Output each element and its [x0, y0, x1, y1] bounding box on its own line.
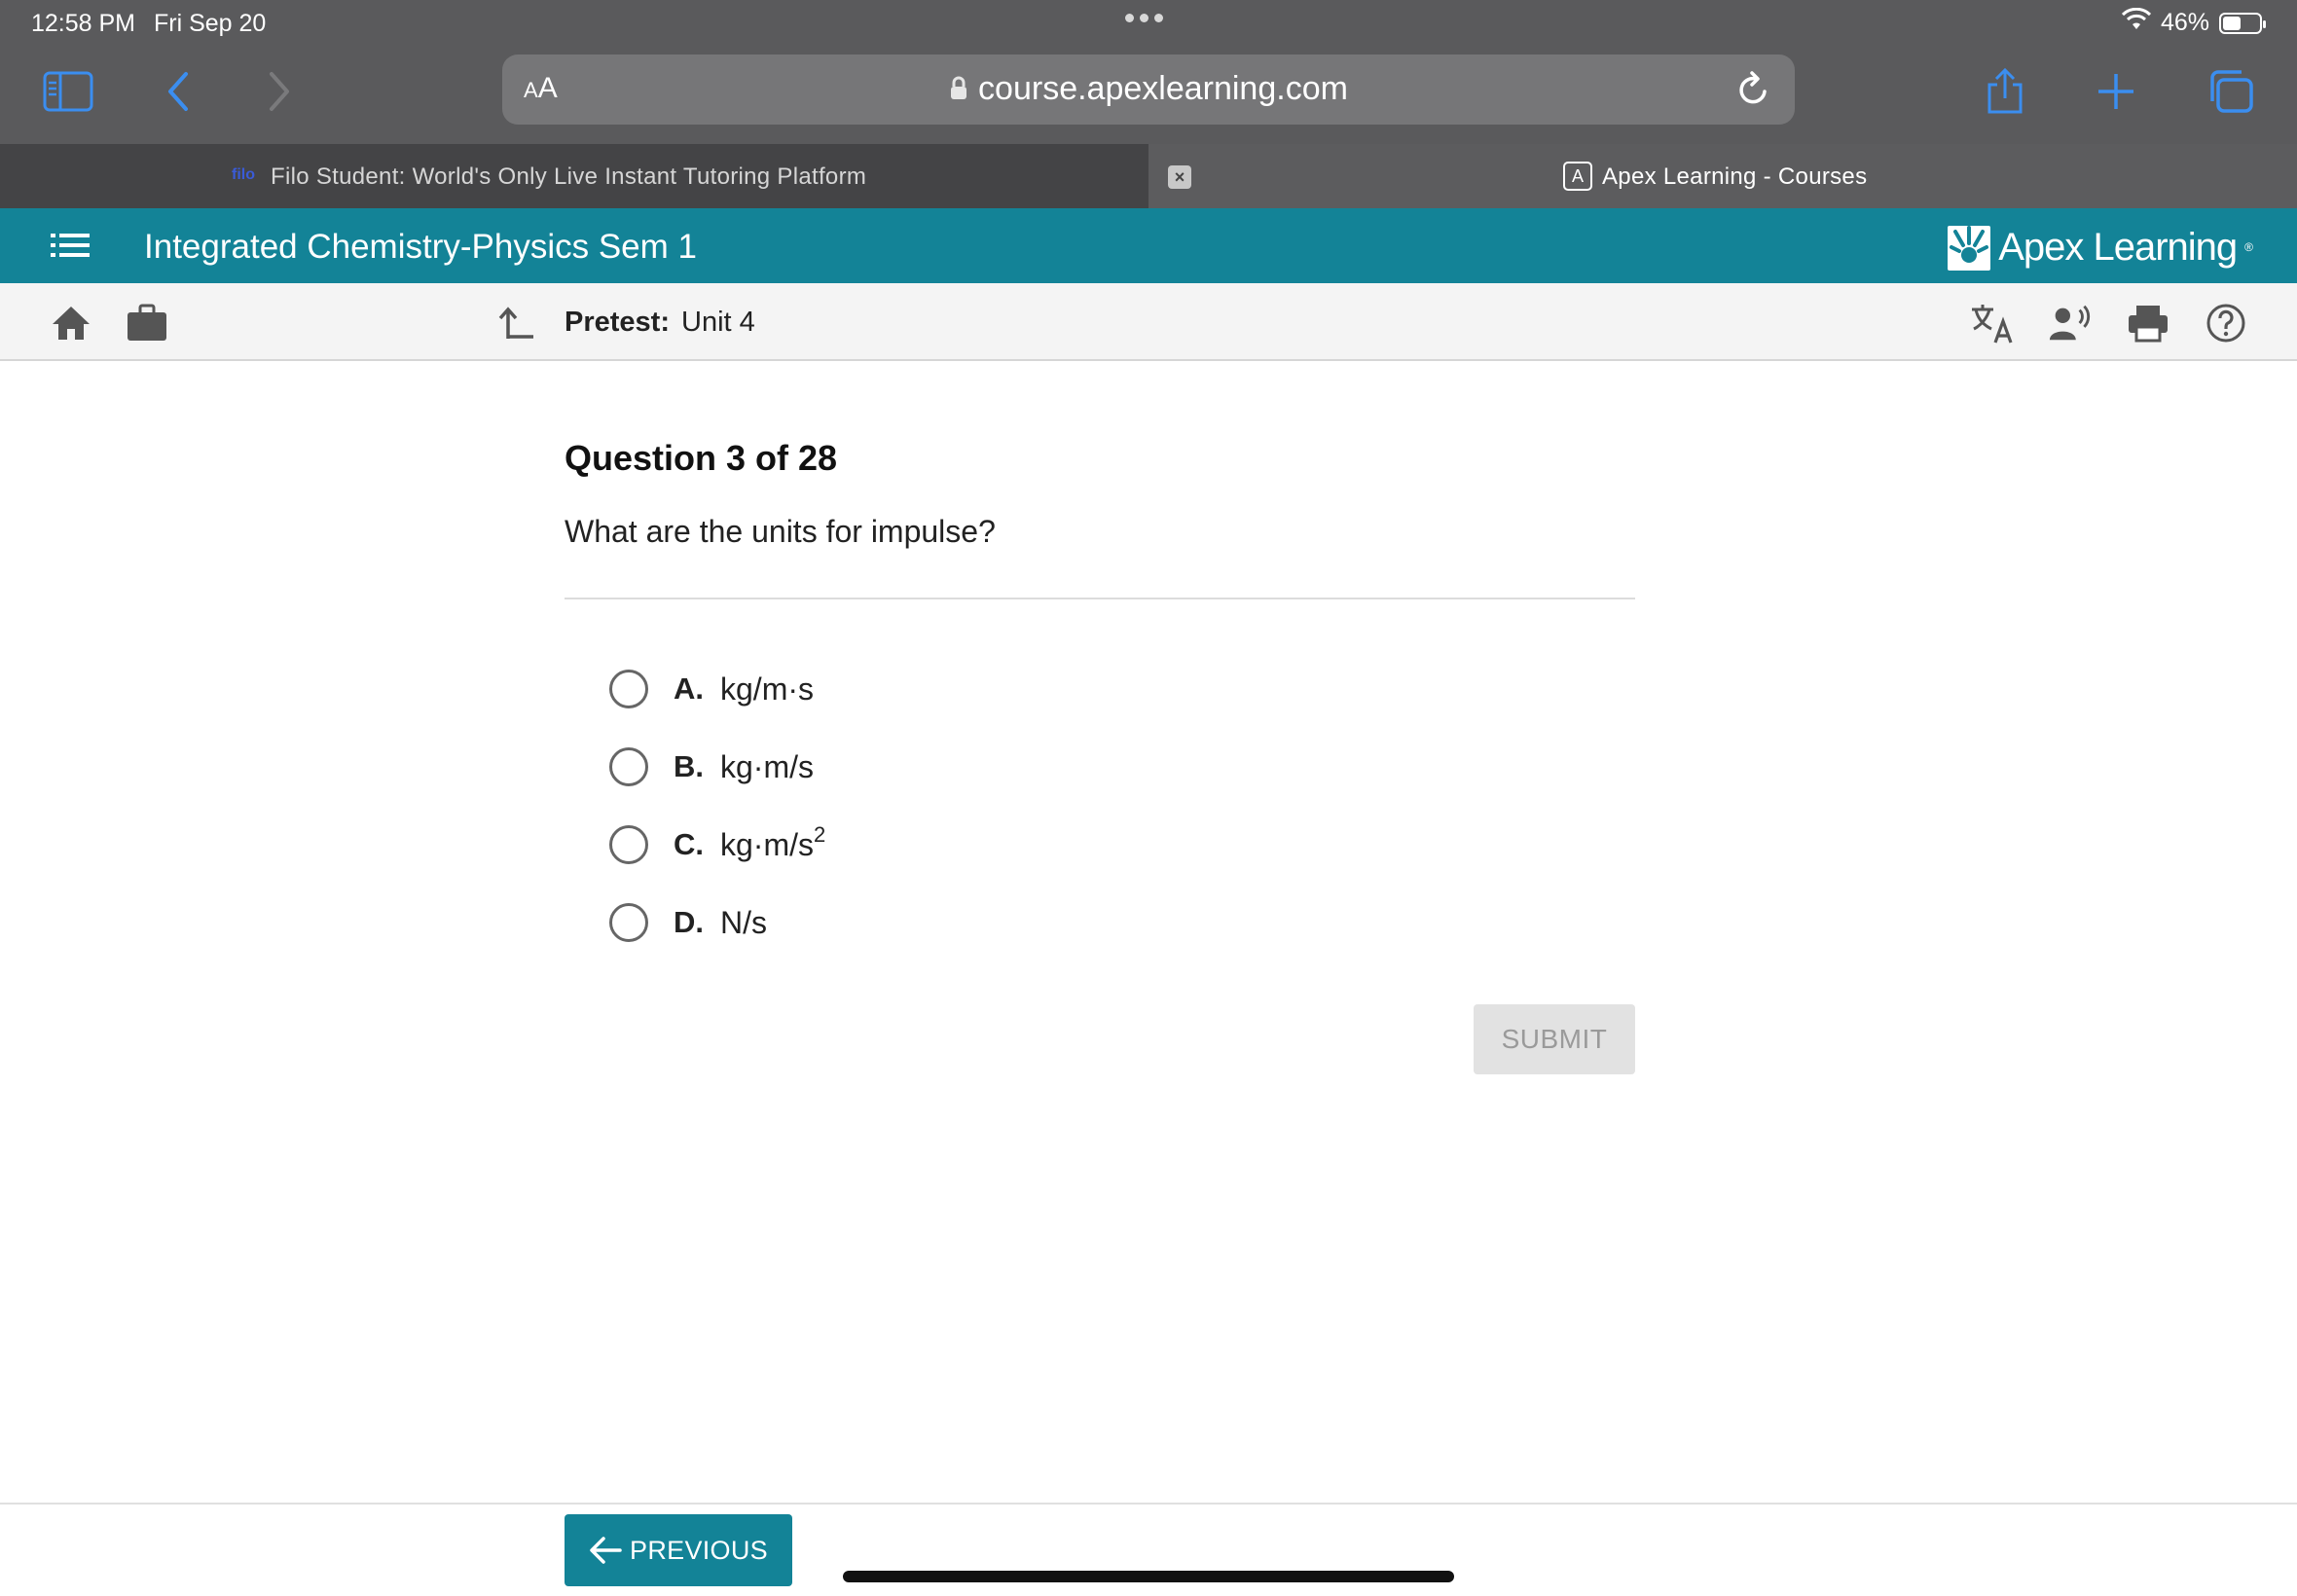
- option-letter: A.: [674, 671, 704, 706]
- tab-filo[interactable]: filo Filo Student: World's Only Live Ins…: [0, 144, 1148, 208]
- address-bar[interactable]: AA course.apexlearning.com: [502, 54, 1795, 125]
- browser-chrome: 12:58 PM Fri Sep 20 46% AA course.apexle…: [0, 0, 2297, 144]
- option-letter: B.: [674, 749, 704, 783]
- apex-logo: Apex Learning ®: [1948, 222, 2253, 272]
- battery-percent: 46%: [2160, 9, 2209, 36]
- answer-option-a[interactable]: A. kg/m·s: [609, 650, 825, 728]
- option-text: kg/m·s: [720, 671, 814, 707]
- arrow-left-icon: [590, 1537, 622, 1564]
- sidebar-icon[interactable]: [39, 64, 97, 119]
- apex-logo-text: Apex Learning: [1998, 225, 2238, 269]
- answer-option-c[interactable]: C. kg·m/s2: [609, 806, 825, 884]
- share-icon[interactable]: [1976, 64, 2034, 119]
- text-to-speech-icon[interactable]: [2048, 301, 2093, 345]
- option-letter: D.: [674, 905, 704, 939]
- translate-icon[interactable]: [1970, 301, 2015, 345]
- tab-bar: filo Filo Student: World's Only Live Ins…: [0, 144, 2297, 208]
- previous-label: PREVIOUS: [630, 1535, 768, 1565]
- option-text: kg·m/s: [720, 748, 814, 784]
- radio-button[interactable]: [609, 670, 648, 708]
- home-icon[interactable]: [49, 301, 93, 345]
- tab-apex[interactable]: A Apex Learning - Courses: [1148, 144, 2297, 208]
- return-up-icon[interactable]: [494, 301, 539, 345]
- forward-icon[interactable]: [251, 64, 310, 119]
- answer-option-d[interactable]: D. N/s: [609, 884, 825, 961]
- wifi-icon: [2121, 7, 2152, 38]
- new-tab-icon[interactable]: [2087, 64, 2145, 119]
- option-text: N/s: [720, 904, 767, 940]
- briefcase-icon[interactable]: [125, 301, 169, 345]
- radio-button[interactable]: [609, 825, 648, 864]
- answer-option-b[interactable]: B. kg·m/s: [609, 728, 825, 806]
- tab-title: Apex Learning - Courses: [1602, 163, 1868, 190]
- activity-title: Pretest: Unit 4: [565, 307, 755, 338]
- status-date: Fri Sep 20: [154, 10, 267, 37]
- answer-options: A. kg/m·s B. kg·m/s C. kg·m/s2 D. N/s: [609, 650, 825, 961]
- radio-button[interactable]: [609, 903, 648, 942]
- status-right: 46%: [2121, 7, 2266, 38]
- url-display[interactable]: course.apexlearning.com: [502, 70, 1795, 108]
- radio-button[interactable]: [609, 747, 648, 786]
- bottom-divider: [0, 1503, 2297, 1505]
- status-bar: 12:58 PM Fri Sep 20 46%: [0, 0, 2297, 47]
- filo-favicon: filo: [232, 166, 255, 183]
- tabs-overview-icon[interactable]: [2202, 64, 2260, 119]
- apex-favicon: A: [1563, 162, 1592, 191]
- tab-title: Filo Student: World's Only Live Instant …: [271, 163, 867, 190]
- activity-toolbar: Pretest: Unit 4: [0, 283, 2297, 361]
- question-number: Question 3 of 28: [565, 438, 838, 478]
- course-header: Integrated Chemistry-Physics Sem 1 Apex …: [0, 208, 2297, 283]
- reload-icon[interactable]: [1734, 70, 1771, 114]
- print-icon[interactable]: [2126, 301, 2170, 345]
- course-title: Integrated Chemistry-Physics Sem 1: [144, 228, 697, 266]
- battery-icon: [2219, 12, 2266, 34]
- menu-list-icon[interactable]: [49, 230, 91, 266]
- close-tab-icon[interactable]: ×: [1168, 165, 1191, 189]
- option-text: kg·m/s2: [720, 821, 826, 862]
- apex-logo-mark-icon: [1948, 226, 1991, 271]
- status-time: 12:58 PM: [31, 10, 136, 37]
- option-letter: C.: [674, 827, 704, 861]
- previous-button[interactable]: PREVIOUS: [565, 1514, 792, 1586]
- lock-icon: [951, 76, 967, 99]
- question-text: What are the units for impulse?: [565, 514, 996, 549]
- submit-button[interactable]: SUBMIT: [1474, 1004, 1635, 1074]
- multitasking-dots-icon[interactable]: [1125, 14, 1163, 22]
- back-icon[interactable]: [148, 64, 206, 119]
- home-indicator[interactable]: [843, 1571, 1454, 1582]
- safari-toolbar: AA course.apexlearning.com: [0, 47, 2297, 144]
- help-icon[interactable]: [2204, 301, 2248, 345]
- divider: [565, 598, 1635, 599]
